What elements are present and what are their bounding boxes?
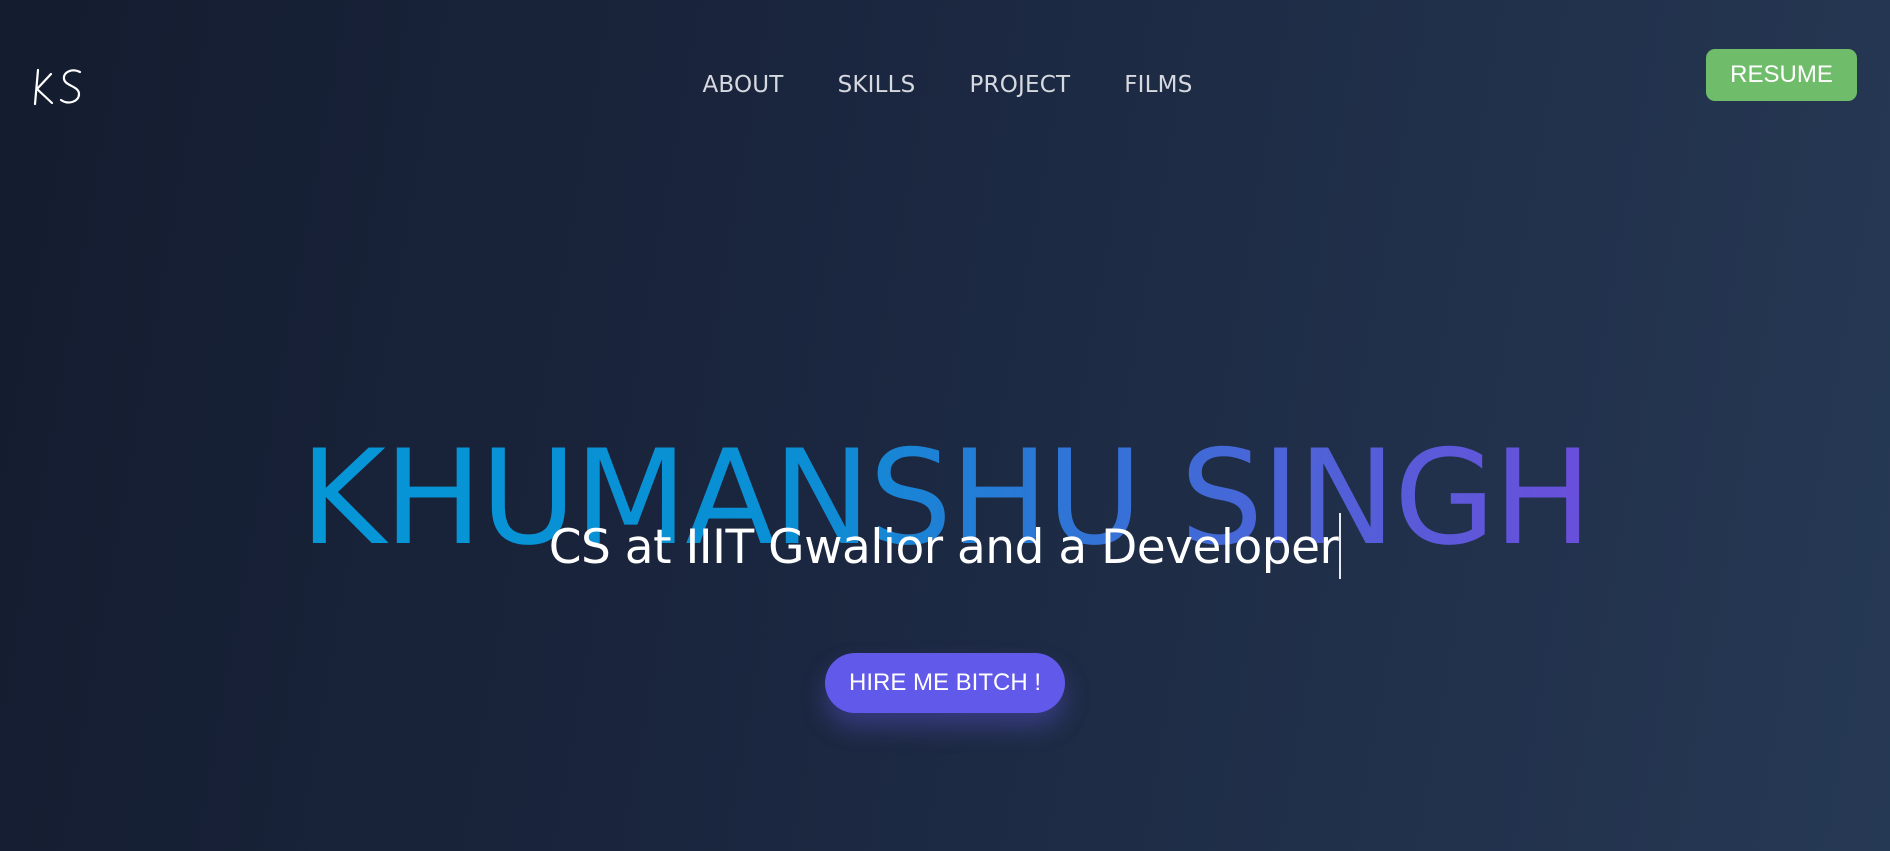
nav-link-skills[interactable]: SKILLS <box>838 72 916 98</box>
nav-link-project[interactable]: PROJECT <box>969 72 1070 98</box>
hire-me-button[interactable]: HIRE ME BITCH ! <box>825 653 1065 713</box>
typing-cursor <box>1339 512 1342 579</box>
nav-link-films[interactable]: FILMS <box>1124 72 1192 98</box>
resume-button[interactable]: RESUME <box>1706 49 1857 101</box>
nav-link-about[interactable]: ABOUT <box>702 72 783 98</box>
main-nav: ABOUT SKILLS PROJECT FILMS <box>0 72 1890 98</box>
hero-subtitle-text: CS at IIIT Gwalior and a Developer <box>548 520 1339 575</box>
hero-subtitle: CS at IIIT Gwalior and a Developer <box>0 512 1890 584</box>
